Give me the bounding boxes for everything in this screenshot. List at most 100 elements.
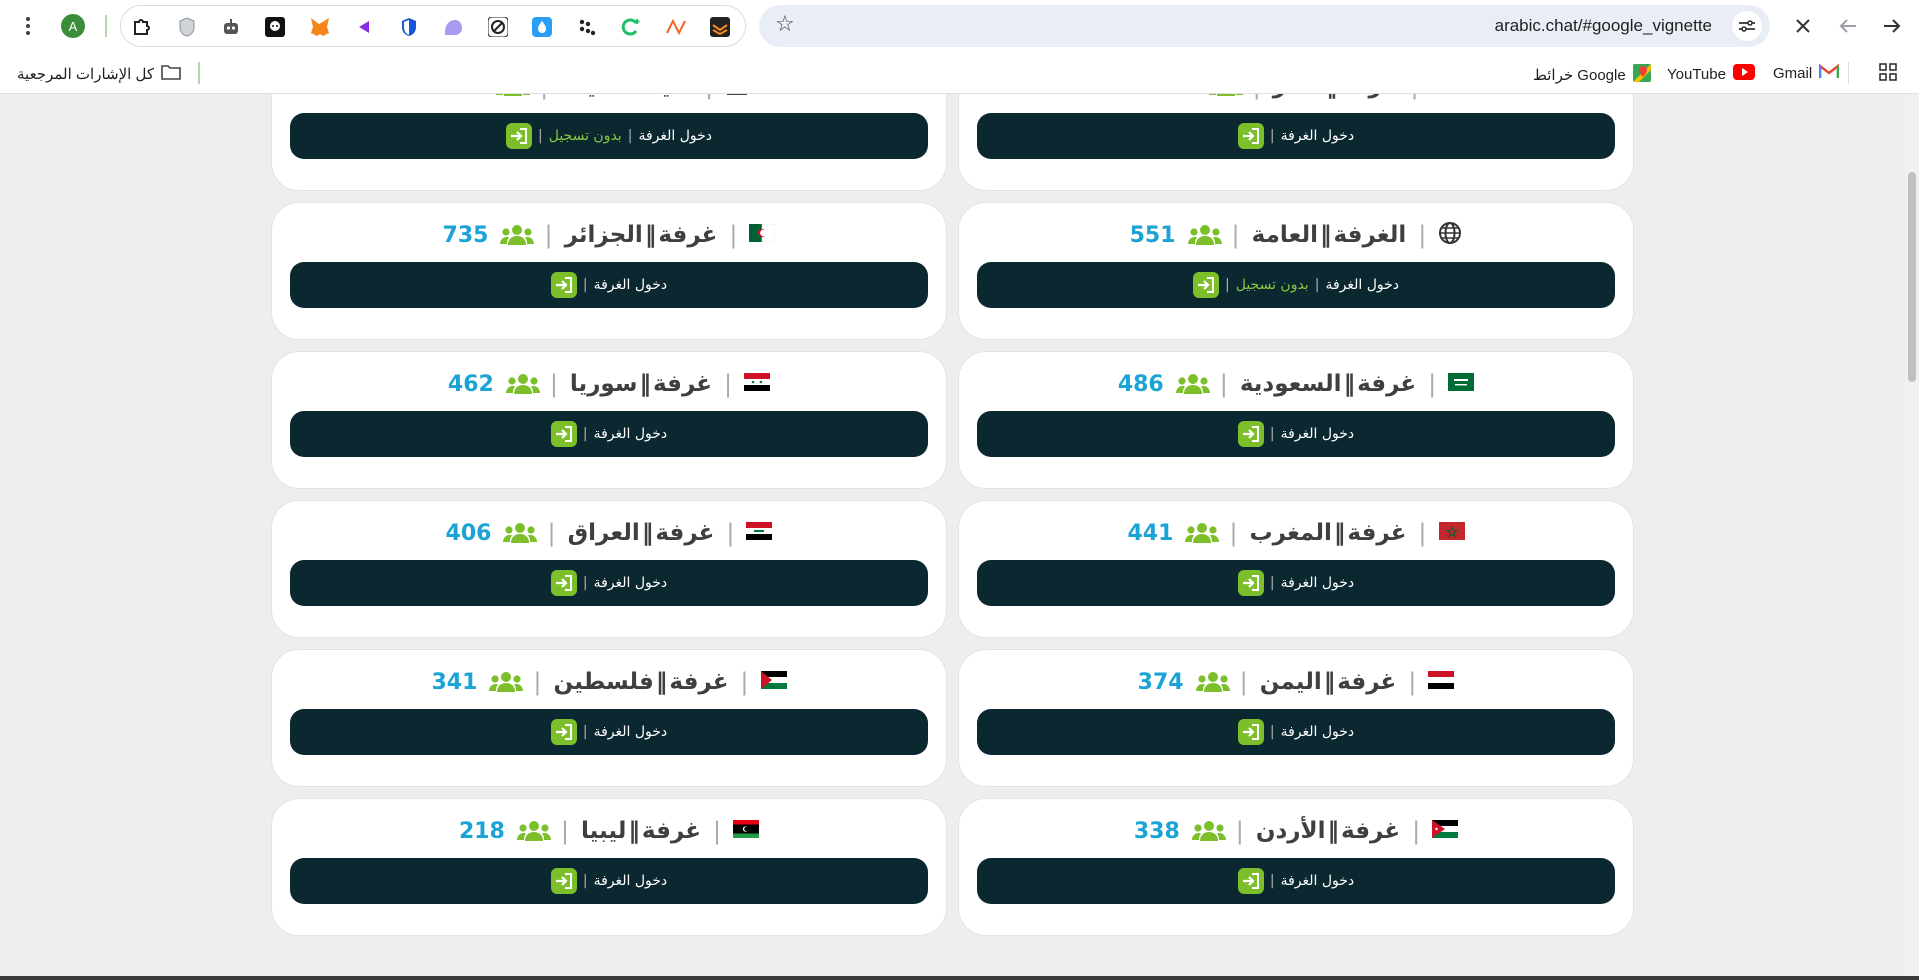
separator: | (1235, 817, 1244, 845)
login-icon (550, 719, 577, 745)
enter-room-label: دخول الغرفة (1280, 873, 1355, 889)
enter-room-button[interactable]: دخول الغرفة | (290, 411, 928, 457)
room-card: | غرفة‖الجزائر | 735 دخول الغرفة | (271, 202, 947, 340)
separator: | (1269, 426, 1275, 442)
enter-room-button[interactable]: دخول الغرفة | (977, 560, 1615, 606)
saudi-flag-icon (1448, 373, 1475, 395)
drop-icon[interactable] (531, 16, 553, 38)
gmail-icon (1818, 63, 1840, 83)
syria-flag-icon (744, 373, 771, 395)
forward-arrow-icon[interactable] (1876, 10, 1908, 42)
rooms-page: | ضيعة ضايعة | 6 دخول الغرفة | بدون تسجيل | | غرف… (0, 94, 1905, 980)
back-arrow-icon[interactable] (1832, 10, 1864, 42)
enter-room-button[interactable]: دخول الغرفة | (977, 709, 1615, 755)
login-icon (1237, 868, 1264, 894)
profile-avatar[interactable]: A (61, 14, 85, 38)
menu-kebab-icon[interactable] (12, 10, 44, 42)
room-name: غرفة‖السعودية (1239, 371, 1417, 397)
vertical-scrollbar[interactable] (1905, 94, 1919, 980)
bookmark-star-icon[interactable]: ☆ (775, 12, 795, 37)
login-icon (1193, 272, 1219, 298)
site-settings-icon[interactable] (1732, 11, 1762, 41)
robot-icon[interactable] (220, 16, 242, 38)
separator: | (1231, 221, 1240, 249)
users-icon (1175, 373, 1210, 395)
room-card: | غرفة‖ليبيا | 218 دخول الغرفة | (271, 798, 947, 936)
puzzle-icon[interactable] (131, 16, 153, 38)
metamask-fox-icon[interactable] (309, 16, 331, 38)
room-card: | غرفة‖سوريا | 462 دخول الغرفة | (271, 351, 947, 489)
separator: | (740, 668, 749, 696)
browser-toolbar: A ☆ arabic.chat/#google_vignette (0, 0, 1919, 52)
bookmarks-bar: كل الإشارات المرجعية خرائط Google YouTub… (0, 52, 1919, 94)
enter-room-button[interactable]: دخول الغرفة | (290, 858, 928, 904)
orange-box-icon[interactable] (709, 16, 731, 38)
blocked-circle-icon[interactable] (487, 16, 509, 38)
n-wave-icon[interactable] (665, 16, 687, 38)
room-name: الغرفة‖العامة (1251, 222, 1407, 248)
enter-room-button[interactable]: دخول الغرفة | (290, 709, 928, 755)
enter-room-label: دخول الغرفة (593, 277, 668, 293)
shield-blue-icon[interactable] (398, 16, 420, 38)
separator: | (726, 519, 735, 547)
users-icon (496, 94, 531, 97)
room-name: غرفة‖اليمن (1259, 669, 1397, 695)
triangle-play-icon[interactable] (353, 16, 375, 38)
libya-flag-icon (733, 820, 760, 842)
enter-room-button[interactable]: دخول الغرفة | بدون تسجيل | (977, 262, 1615, 308)
green-c-plus-icon[interactable] (620, 16, 642, 38)
address-bar[interactable]: ☆ arabic.chat/#google_vignette (759, 5, 1770, 47)
separator: | (582, 873, 588, 889)
login-icon (506, 123, 532, 149)
enter-room-label: دخول الغرفة (593, 426, 668, 442)
tower-flag-icon (725, 94, 749, 100)
enter-room-label: دخول الغرفة (1280, 724, 1355, 740)
enter-room-label: دخول الغرفة (593, 575, 668, 591)
dots-grid-icon[interactable] (576, 16, 598, 38)
online-count: 341 (431, 669, 478, 695)
login-icon (550, 421, 577, 447)
close-tab-icon[interactable] (1787, 10, 1819, 42)
online-count: 374 (1137, 669, 1184, 695)
room-header: | ضيعة ضايعة | 6 (272, 94, 946, 108)
separator: | (1269, 724, 1275, 740)
enter-room-button[interactable]: دخول الغرفة | بدون تسجيل | (290, 113, 928, 159)
room-card: | غرفة‖العراق | 406 دخول الغرفة | (271, 500, 947, 638)
users-icon (489, 671, 524, 693)
extensions-bar (120, 5, 746, 47)
scrollbar-thumb[interactable] (1908, 172, 1916, 382)
separator: | (1239, 668, 1248, 696)
bookmarks-divider-right (1848, 62, 1849, 84)
room-card: | غرفة‖مصر | 2335 دخول الغرفة | (958, 94, 1634, 191)
separator: | (1253, 94, 1261, 100)
globe-flag-icon (1438, 221, 1462, 249)
room-name: ضيعة ضايعة (560, 94, 693, 99)
all-bookmarks[interactable]: كل الإشارات المرجعية (17, 64, 181, 84)
enter-room-button[interactable]: دخول الغرفة | (977, 858, 1615, 904)
separator: | (582, 724, 588, 740)
shield-check-icon[interactable] (176, 16, 198, 38)
enter-room-button[interactable]: دخول الغرفة | (290, 560, 928, 606)
enter-room-button[interactable]: دخول الغرفة | (290, 262, 928, 308)
room-header: | غرفة‖العراق | 406 (272, 511, 946, 555)
separator: | (549, 370, 558, 398)
login-icon (550, 272, 577, 298)
room-name: غرفة‖سوريا (569, 371, 713, 397)
algeria-flag-icon (749, 223, 776, 246)
separator: | (540, 94, 548, 100)
bookmark-google-maps[interactable]: خرائط Google (1533, 64, 1651, 86)
separator: | (1225, 277, 1230, 293)
separator: | (1269, 575, 1275, 591)
bookmark-youtube[interactable]: YouTube (1667, 64, 1755, 84)
users-icon (1185, 522, 1220, 544)
separator: | (1314, 277, 1320, 293)
toolbar-divider (105, 15, 107, 37)
octopus-icon[interactable] (264, 16, 286, 38)
bookmark-youtube-label: YouTube (1667, 65, 1726, 83)
ghost-icon[interactable] (442, 16, 464, 38)
enter-room-button[interactable]: دخول الغرفة | (977, 411, 1615, 457)
apps-grid-icon[interactable] (1879, 63, 1897, 81)
bookmark-gmail[interactable]: Gmail (1773, 63, 1840, 83)
enter-room-button[interactable]: دخول الغرفة | (977, 113, 1615, 159)
room-card: | غرفة‖فلسطين | 341 دخول الغرفة | (271, 649, 947, 787)
